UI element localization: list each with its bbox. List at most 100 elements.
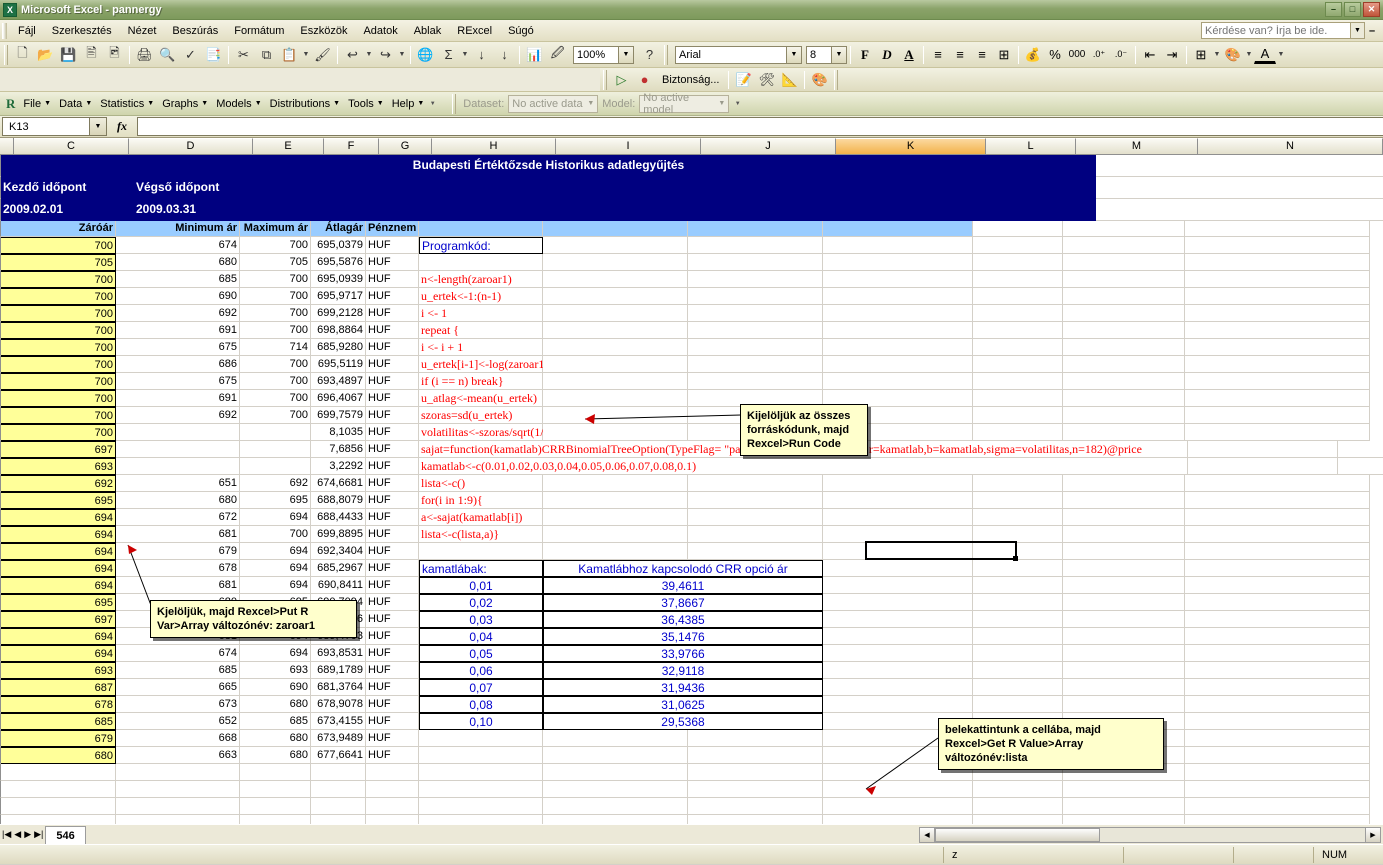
cell-empty-N[interactable]: [1185, 747, 1370, 764]
cell-maximum-ar[interactable]: 695: [240, 492, 311, 509]
cell-atlagar[interactable]: 699,8895: [311, 526, 366, 543]
column-header-J[interactable]: J: [701, 138, 836, 155]
cell-maximum-ar[interactable]: [240, 424, 311, 441]
insert-function-icon[interactable]: fx: [107, 119, 137, 134]
cell-minimum-ar[interactable]: [116, 441, 240, 458]
cell-minimum-ar[interactable]: 652: [116, 713, 240, 730]
cell-empty-L[interactable]: [973, 373, 1063, 390]
paste-icon[interactable]: 📋: [278, 44, 301, 66]
header-empty-J[interactable]: [688, 221, 823, 237]
cell-zaroar[interactable]: 694: [1, 526, 116, 543]
cell-maximum-ar[interactable]: 700: [240, 526, 311, 543]
cell-empty-N[interactable]: [1185, 407, 1370, 424]
cell-empty-M[interactable]: [1063, 526, 1185, 543]
column-header-D[interactable]: D: [129, 138, 253, 155]
cell-empty-J[interactable]: [688, 475, 823, 492]
cell-empty[interactable]: [419, 781, 543, 798]
new-icon[interactable]: 🗋: [11, 44, 34, 66]
help-icon[interactable]: ?: [638, 44, 661, 66]
cell-empty[interactable]: [1, 764, 116, 781]
cell-empty-I[interactable]: [543, 526, 688, 543]
cell-zaroar[interactable]: 700: [1, 424, 116, 441]
cell-empty-L[interactable]: [973, 509, 1063, 526]
column-header-E[interactable]: E: [253, 138, 324, 155]
cell-empty-L[interactable]: [973, 611, 1063, 628]
cell-empty-I[interactable]: [543, 475, 688, 492]
cell-empty-L[interactable]: [973, 322, 1063, 339]
cell-r-code[interactable]: u_atlag<-mean(u_ertek): [419, 390, 543, 407]
cell-maximum-ar[interactable]: 714: [240, 339, 311, 356]
cell-minimum-ar[interactable]: 681: [116, 577, 240, 594]
cell-penznem[interactable]: HUF: [366, 424, 419, 441]
cell-atlagar[interactable]: 692,3404: [311, 543, 366, 560]
cell-atlagar[interactable]: 696,4067: [311, 390, 366, 407]
zoom-value[interactable]: 100%: [573, 45, 619, 64]
cell-empty-M[interactable]: [1063, 390, 1185, 407]
cell-crr-price-value[interactable]: 33,9766: [543, 645, 823, 662]
cell-penznem[interactable]: HUF: [366, 458, 419, 475]
column-header-L[interactable]: L: [986, 138, 1076, 155]
cell-empty-L[interactable]: [973, 288, 1063, 305]
cell-empty[interactable]: [1, 798, 116, 815]
cell-crr-price-value[interactable]: 29,5368: [543, 713, 823, 730]
cell-empty-K[interactable]: [823, 611, 973, 628]
scroll-thumb[interactable]: [935, 827, 1100, 842]
cell-empty-K[interactable]: [823, 577, 973, 594]
merge-and-center-icon[interactable]: ⊞: [993, 44, 1015, 66]
cell-empty-N[interactable]: [1185, 339, 1370, 356]
cell-minimum-ar[interactable]: 678: [116, 560, 240, 577]
cell-empty[interactable]: [1185, 781, 1370, 798]
cell-empty-N[interactable]: [1185, 577, 1370, 594]
cell-kamatlab-value[interactable]: 0,04: [419, 628, 543, 645]
cell-maximum-ar[interactable]: 700: [240, 305, 311, 322]
cell-empty[interactable]: [311, 798, 366, 815]
dataset-combo[interactable]: No active data ▼: [508, 94, 599, 113]
cell-minimum-ar[interactable]: 692: [116, 407, 240, 424]
cell-empty-M[interactable]: [1063, 560, 1185, 577]
cell-r-code[interactable]: kamatlab<-c(0.01,0.02,0.03,0.04,0.05,0.0…: [419, 458, 1188, 475]
cell-penznem[interactable]: HUF: [366, 271, 419, 288]
align-left-icon[interactable]: ≡: [927, 44, 949, 66]
cell-r-code[interactable]: lista<-c(lista,a)}: [419, 526, 543, 543]
cell-empty-L[interactable]: [973, 662, 1063, 679]
cell-empty-N[interactable]: [1185, 424, 1370, 441]
column-header-C[interactable]: C: [14, 138, 129, 155]
cell-empty-K[interactable]: [823, 237, 973, 254]
cell-maximum-ar[interactable]: 692: [240, 475, 311, 492]
cell-maximum-ar[interactable]: 700: [240, 288, 311, 305]
menu-item-formatum[interactable]: Formátum: [226, 22, 292, 40]
cell-zaroar[interactable]: 700: [1, 407, 116, 424]
cell-empty-K[interactable]: [823, 254, 973, 271]
menu-item-rexcel[interactable]: RExcel: [449, 22, 500, 40]
cell-minimum-ar[interactable]: 690: [116, 288, 240, 305]
cell-empty-J[interactable]: [688, 305, 823, 322]
cell-empty-K[interactable]: [823, 628, 973, 645]
cell-zaroar[interactable]: 695: [1, 492, 116, 509]
cell-empty[interactable]: [543, 764, 688, 781]
cell-empty[interactable]: [311, 815, 366, 824]
cell-kamatlab-value[interactable]: 0,05: [419, 645, 543, 662]
cell-empty[interactable]: [543, 798, 688, 815]
name-box[interactable]: K13: [2, 117, 90, 136]
cell-penznem[interactable]: HUF: [366, 747, 419, 764]
cell-empty[interactable]: [1063, 815, 1185, 824]
cell-penznem[interactable]: HUF: [366, 475, 419, 492]
cell-zaroar[interactable]: 685: [1, 713, 116, 730]
cell-minimum-ar[interactable]: [116, 424, 240, 441]
cell-empty-M[interactable]: [1063, 662, 1185, 679]
print-icon[interactable]: 🖨: [133, 44, 156, 66]
cell-atlagar[interactable]: 695,5119: [311, 356, 366, 373]
cell-empty-K[interactable]: [823, 475, 973, 492]
cell-empty[interactable]: [823, 815, 973, 824]
align-center-icon[interactable]: ≡: [949, 44, 971, 66]
cell-empty-M[interactable]: [1063, 356, 1185, 373]
cell-maximum-ar[interactable]: 700: [240, 407, 311, 424]
cell-empty-K[interactable]: [823, 594, 973, 611]
cell-maximum-ar[interactable]: 700: [240, 390, 311, 407]
cell-empty[interactable]: [116, 764, 240, 781]
header-atlagar[interactable]: Átlagár: [311, 221, 366, 237]
toolbar-overflow-gripper[interactable]: [664, 44, 668, 65]
cell-empty-N[interactable]: [1185, 696, 1370, 713]
cell-empty-N[interactable]: [1185, 373, 1370, 390]
cell-kamatlabak-header[interactable]: kamatlábak:: [419, 560, 543, 577]
